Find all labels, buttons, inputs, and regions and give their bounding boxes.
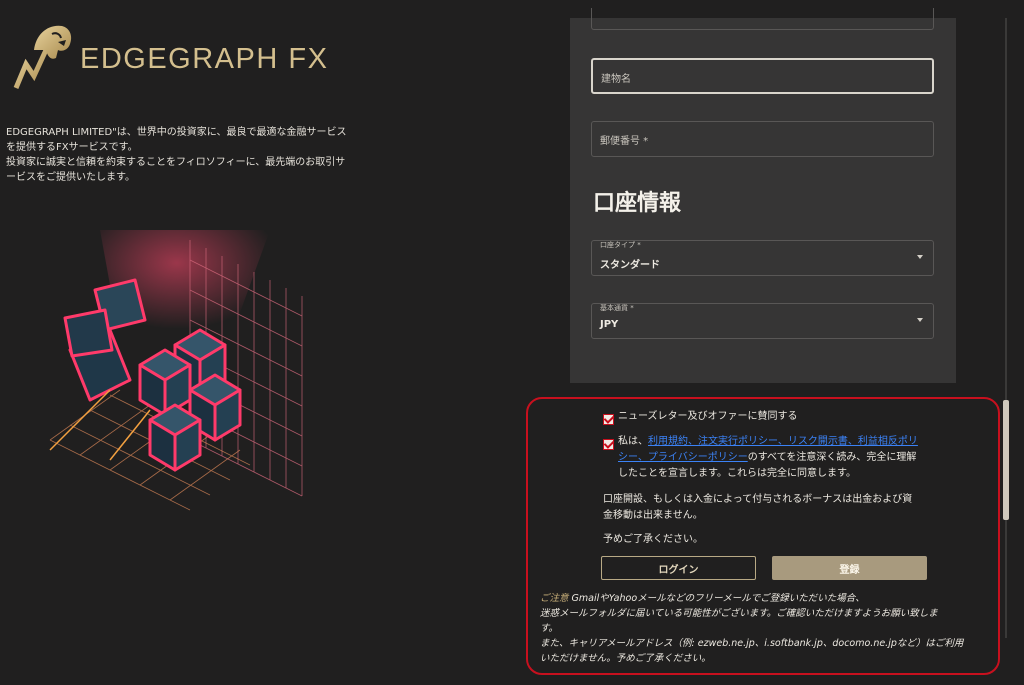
registration-form: 建物名 郵便番号 * 口座情報 口座タイプ * スタンダード 基本通貨 * JP… (570, 8, 956, 383)
previous-field[interactable] (591, 8, 934, 30)
account-type-value: スタンダード (600, 260, 660, 271)
login-button[interactable]: ログイン (601, 556, 756, 580)
intro-text: EDGEGRAPH LIMITED"は、世界中の投資家に、最良で最適な金融サービ… (6, 127, 347, 183)
base-currency-select[interactable]: 基本通貨 * JPY (591, 303, 934, 339)
newsletter-label: ニューズレター及びオファーに賛同する (618, 411, 798, 422)
brand-logo[interactable]: EDGEGRAPH FX (12, 20, 328, 90)
chevron-down-icon (917, 255, 923, 259)
chevron-down-icon (917, 318, 923, 322)
scrollbar-track[interactable] (1005, 18, 1007, 638)
base-currency-label: 基本通貨 * (600, 304, 634, 312)
terms-links[interactable]: 利用規約、注文実行ポリシー、リスク開示書、利益相反ポリ (648, 436, 918, 447)
lion-logo-icon (13, 25, 72, 89)
postal-code-input[interactable]: 郵便番号 * (591, 121, 934, 157)
account-type-label: 口座タイプ * (600, 241, 641, 249)
base-currency-value: JPY (600, 319, 619, 330)
bonus-notice: 口座開設、もしくは入金によって付与されるボーナスは出金および資 金移動は出来ませ… (603, 494, 913, 521)
newsletter-checkbox[interactable] (603, 414, 614, 425)
account-type-select[interactable]: 口座タイプ * スタンダード (591, 240, 934, 276)
account-info-heading: 口座情報 (593, 191, 682, 216)
terms-checkbox[interactable] (603, 439, 614, 450)
scrollbar-thumb[interactable] (1003, 400, 1009, 520)
isometric-cubes-illustration (49, 230, 303, 511)
brand-name: EDGEGRAPH FX (80, 42, 329, 75)
building-name-input[interactable]: 建物名 (591, 58, 934, 94)
terms-text: 私は、利用規約、注文実行ポリシー、リスク開示書、利益相反ポリ シー、プライバシー… (618, 436, 918, 479)
acknowledge-text: 予めご了承ください。 (603, 534, 703, 545)
email-notice: ご注意 GmailやYahooメールなどのフリーメールでご登録いただいた場合、 … (540, 593, 964, 664)
privacy-policy-link[interactable]: シー、プライバシーポリシー (618, 452, 748, 463)
register-button[interactable]: 登録 (772, 556, 927, 580)
consent-highlight-box: ニューズレター及びオファーに賛同する 私は、利用規約、注文実行ポリシー、リスク開… (526, 397, 1000, 675)
brand-panel: EDGEGRAPH FX EDGEGRAPH LIMITED"は、世界中の投資家… (0, 0, 560, 685)
caution-label: ご注意 (540, 593, 569, 604)
